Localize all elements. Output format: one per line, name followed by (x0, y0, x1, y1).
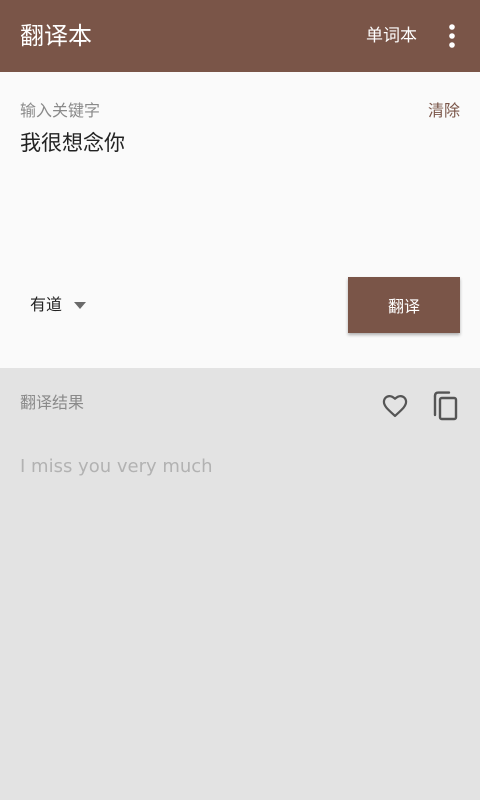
engine-label: 有道 (30, 295, 63, 314)
dropdown-arrow-icon (74, 301, 87, 309)
input-label: 输入关键字 (20, 101, 101, 120)
translate-button[interactable]: 翻译 (348, 277, 460, 333)
input-panel: 输入关键字 清除 我很想念你 有道 翻译 (0, 72, 480, 368)
clear-button[interactable]: 清除 (428, 100, 460, 122)
copy-icon[interactable] (431, 390, 459, 422)
heart-outline-icon[interactable] (381, 392, 409, 420)
more-vert-icon[interactable] (440, 20, 464, 52)
app-bar: 翻译本 单词本 (0, 0, 480, 72)
vocabulary-book-button[interactable]: 单词本 (366, 24, 417, 48)
app-title: 翻译本 (20, 22, 92, 50)
result-panel: 翻译结果 I miss you very much (0, 368, 480, 800)
engine-select[interactable]: 有道 (30, 290, 87, 320)
translation-result: I miss you very much (20, 456, 213, 477)
keyword-input[interactable]: 我很想念你 (20, 128, 460, 158)
result-label: 翻译结果 (20, 393, 85, 412)
